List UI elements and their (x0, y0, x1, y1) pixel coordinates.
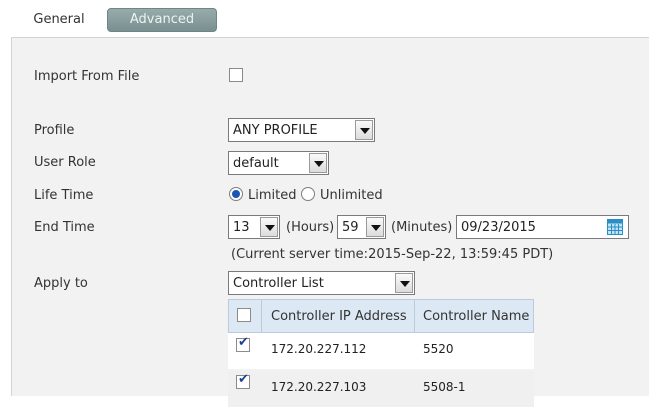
row-checkbox[interactable] (236, 372, 250, 389)
controller-ip-cell: 172.20.227.112 (271, 342, 367, 356)
end-date-input[interactable]: 09/23/2015 (456, 215, 629, 239)
user-role-select[interactable]: default (228, 151, 329, 175)
tab-bar: General Advanced (0, 0, 649, 37)
header-controller-name[interactable]: Controller Name (423, 309, 529, 324)
header-controller-ip[interactable]: Controller IP Address (271, 309, 407, 324)
controller-name-cell: 5508-1 (423, 380, 466, 394)
hours-select[interactable]: 13 (228, 215, 280, 239)
life-time-limited-label[interactable]: Limited (248, 188, 296, 203)
column-divider (261, 300, 262, 334)
chevron-down-icon (395, 273, 413, 293)
end-time-label: End Time (34, 220, 95, 235)
chevron-down-icon (366, 217, 384, 237)
minutes-select[interactable]: 59 (337, 215, 386, 239)
chevron-down-icon (260, 217, 278, 237)
life-time-limited-radio[interactable] (229, 187, 243, 201)
minutes-select-value: 59 (342, 220, 359, 235)
hours-label: (Hours) (286, 220, 335, 235)
life-time-label: Life Time (34, 188, 94, 203)
chevron-down-icon (309, 153, 327, 173)
import-from-file-label: Import From File (34, 69, 140, 84)
server-time-text: (Current server time:2015-Sep-22, 13:59:… (231, 247, 554, 262)
end-date-value: 09/23/2015 (461, 220, 536, 235)
tab-general[interactable]: General (20, 6, 98, 34)
controller-name-cell: 5520 (423, 342, 454, 356)
apply-to-label: Apply to (34, 276, 88, 291)
apply-to-select-value: Controller List (233, 276, 324, 291)
life-time-unlimited-label[interactable]: Unlimited (320, 188, 383, 203)
life-time-unlimited-radio[interactable] (301, 187, 315, 201)
table-row[interactable]: 172.20.227.112 5520 (228, 333, 534, 369)
import-from-file-checkbox[interactable] (229, 68, 243, 82)
user-role-select-value: default (233, 156, 279, 171)
hours-select-value: 13 (233, 220, 250, 235)
row-checkbox[interactable] (236, 335, 250, 352)
user-role-label: User Role (34, 155, 96, 170)
controller-ip-cell: 172.20.227.103 (271, 380, 367, 394)
table-row[interactable]: 172.20.227.103 5508-1 (228, 371, 534, 407)
profile-select[interactable]: ANY PROFILE (228, 118, 375, 142)
table-header: Controller IP Address Controller Name (228, 299, 534, 334)
calendar-icon[interactable] (607, 219, 623, 235)
column-divider (414, 300, 415, 334)
chevron-down-icon (355, 120, 373, 140)
profile-label: Profile (34, 123, 75, 138)
minutes-label: (Minutes) (391, 220, 453, 235)
profile-select-value: ANY PROFILE (233, 123, 318, 138)
tab-advanced[interactable]: Advanced (107, 8, 217, 32)
apply-to-select[interactable]: Controller List (228, 271, 415, 295)
select-all-checkbox[interactable] (237, 308, 251, 322)
